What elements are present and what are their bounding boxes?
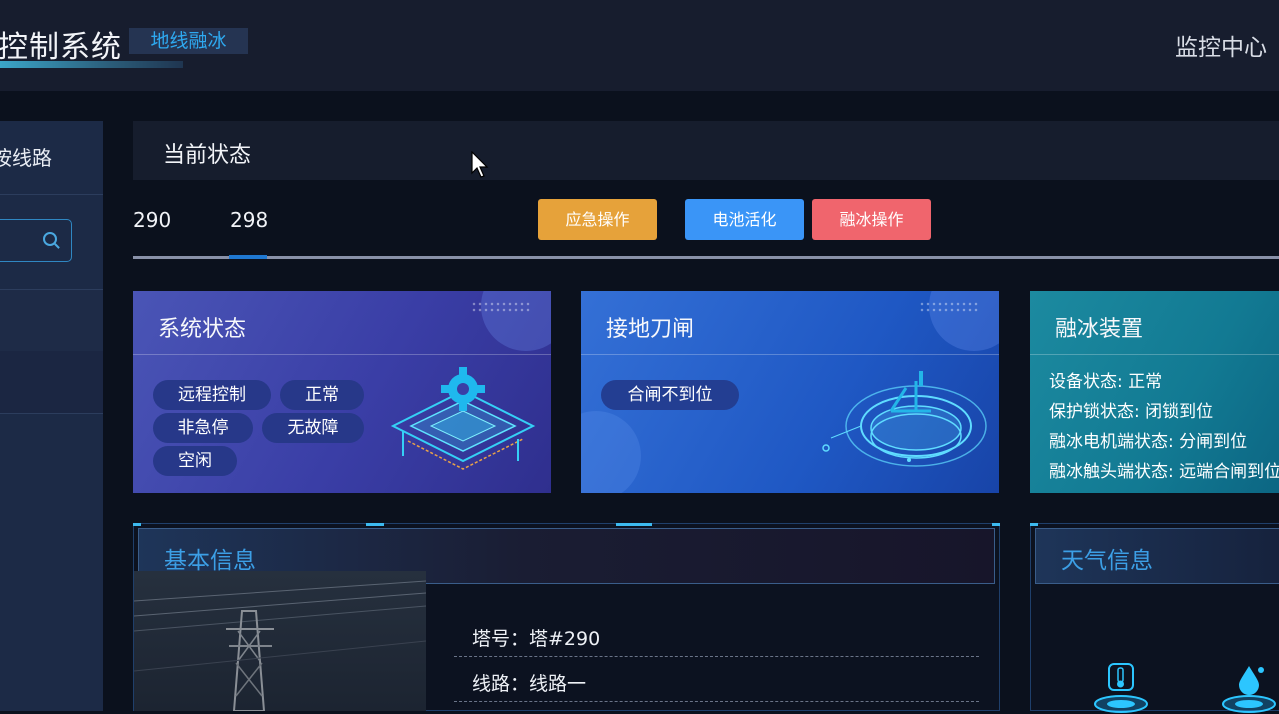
transmission-tower-image [134,580,426,711]
sidebar-header: 按线路 [0,121,103,195]
tabs-divider [133,256,1279,259]
app-title: 控制系统 [0,30,122,65]
decor-circle [581,411,641,493]
card-divider [133,354,551,355]
status-tag: 正常 [280,380,364,410]
title-underline [0,61,183,68]
deice-device-title: 融冰装置 [1055,317,1144,342]
decor-circle [929,291,999,351]
device-status-line: 融冰触头端状态: 远端合闸到位 [1049,462,1279,482]
sidebar-search-box[interactable] [0,219,72,262]
decor-dots [919,301,979,313]
status-tag: 空闲 [153,446,237,476]
device-status-line: 保护锁状态: 闭锁到位 [1049,402,1214,422]
weather-info-header: 天气信息 [1035,528,1279,584]
line-name-row: 线路：线路一 [454,657,979,702]
device-status-line: 融冰电机端状态: 分闸到位 [1049,432,1248,452]
ground-switch-icon [822,371,987,467]
sidebar-item[interactable] [0,351,103,414]
active-tab-indicator [229,255,267,259]
battery-activation-button[interactable]: 电池活化 [685,199,804,240]
card-divider [1030,354,1279,355]
panel-corner [616,523,652,526]
decor-circle [481,291,551,351]
search-icon[interactable] [43,232,57,246]
device-status-line: 设备状态: 正常 [1049,372,1163,392]
tower-photo [134,571,426,711]
basic-info-title: 基本信息 [164,548,256,574]
deice-operation-button[interactable]: 融冰操作 [812,199,931,240]
module-badge[interactable]: 地线融冰 [129,28,248,54]
status-tag: 无故障 [262,413,364,443]
panel-corner [366,523,384,526]
mouse-cursor-icon [471,151,489,178]
status-tag: 远程控制 [153,380,271,410]
thermometer-icon [1094,663,1148,713]
sidebar: 按线路 [0,121,103,711]
card-divider [581,354,999,355]
deice-device-card: 融冰装置 设备状态: 正常 保护锁状态: 闭锁到位 融冰电机端状态: 分闸到位 … [1030,291,1279,493]
tower-number-value: 塔号：塔#290 [472,628,601,650]
current-status-title: 当前状态 [163,143,252,168]
gear-platform-icon [390,367,536,470]
system-status-title: 系统状态 [158,317,247,342]
humidity-icon [1222,666,1276,713]
sidebar-title[interactable]: 按线路 [0,142,52,171]
top-header: 控制系统 地线融冰 监控中心 [0,0,1279,91]
ground-switch-card: 接地刀闸 合闸不到位 [581,291,999,493]
status-tag: 非急停 [153,413,253,443]
monitor-center-link[interactable]: 监控中心 [1175,28,1267,62]
current-status-header: 当前状态 [133,121,1279,180]
ground-switch-title: 接地刀闸 [606,317,695,342]
weather-info-title: 天气信息 [1061,548,1153,574]
sidebar-item[interactable] [0,289,103,352]
basic-info-panel: 基本信息 塔号：塔#290 线路：线路一 [133,523,1000,711]
status-tag: 合闸不到位 [601,380,739,410]
panel-corner [133,523,141,526]
tower-number-row: 塔号：塔#290 [454,612,979,657]
tower-tab-298[interactable]: 298 [230,208,268,232]
panel-corner [1030,523,1038,526]
emergency-operation-button[interactable]: 应急操作 [538,199,657,240]
line-name-value: 线路：线路一 [472,673,587,695]
system-status-card: 系统状态 远程控制 正常 非急停 无故障 空闲 [133,291,551,493]
weather-info-panel: 天气信息 [1030,523,1279,713]
decor-dots [471,301,531,313]
tower-tab-290[interactable]: 290 [133,208,171,232]
panel-corner [992,523,1000,526]
